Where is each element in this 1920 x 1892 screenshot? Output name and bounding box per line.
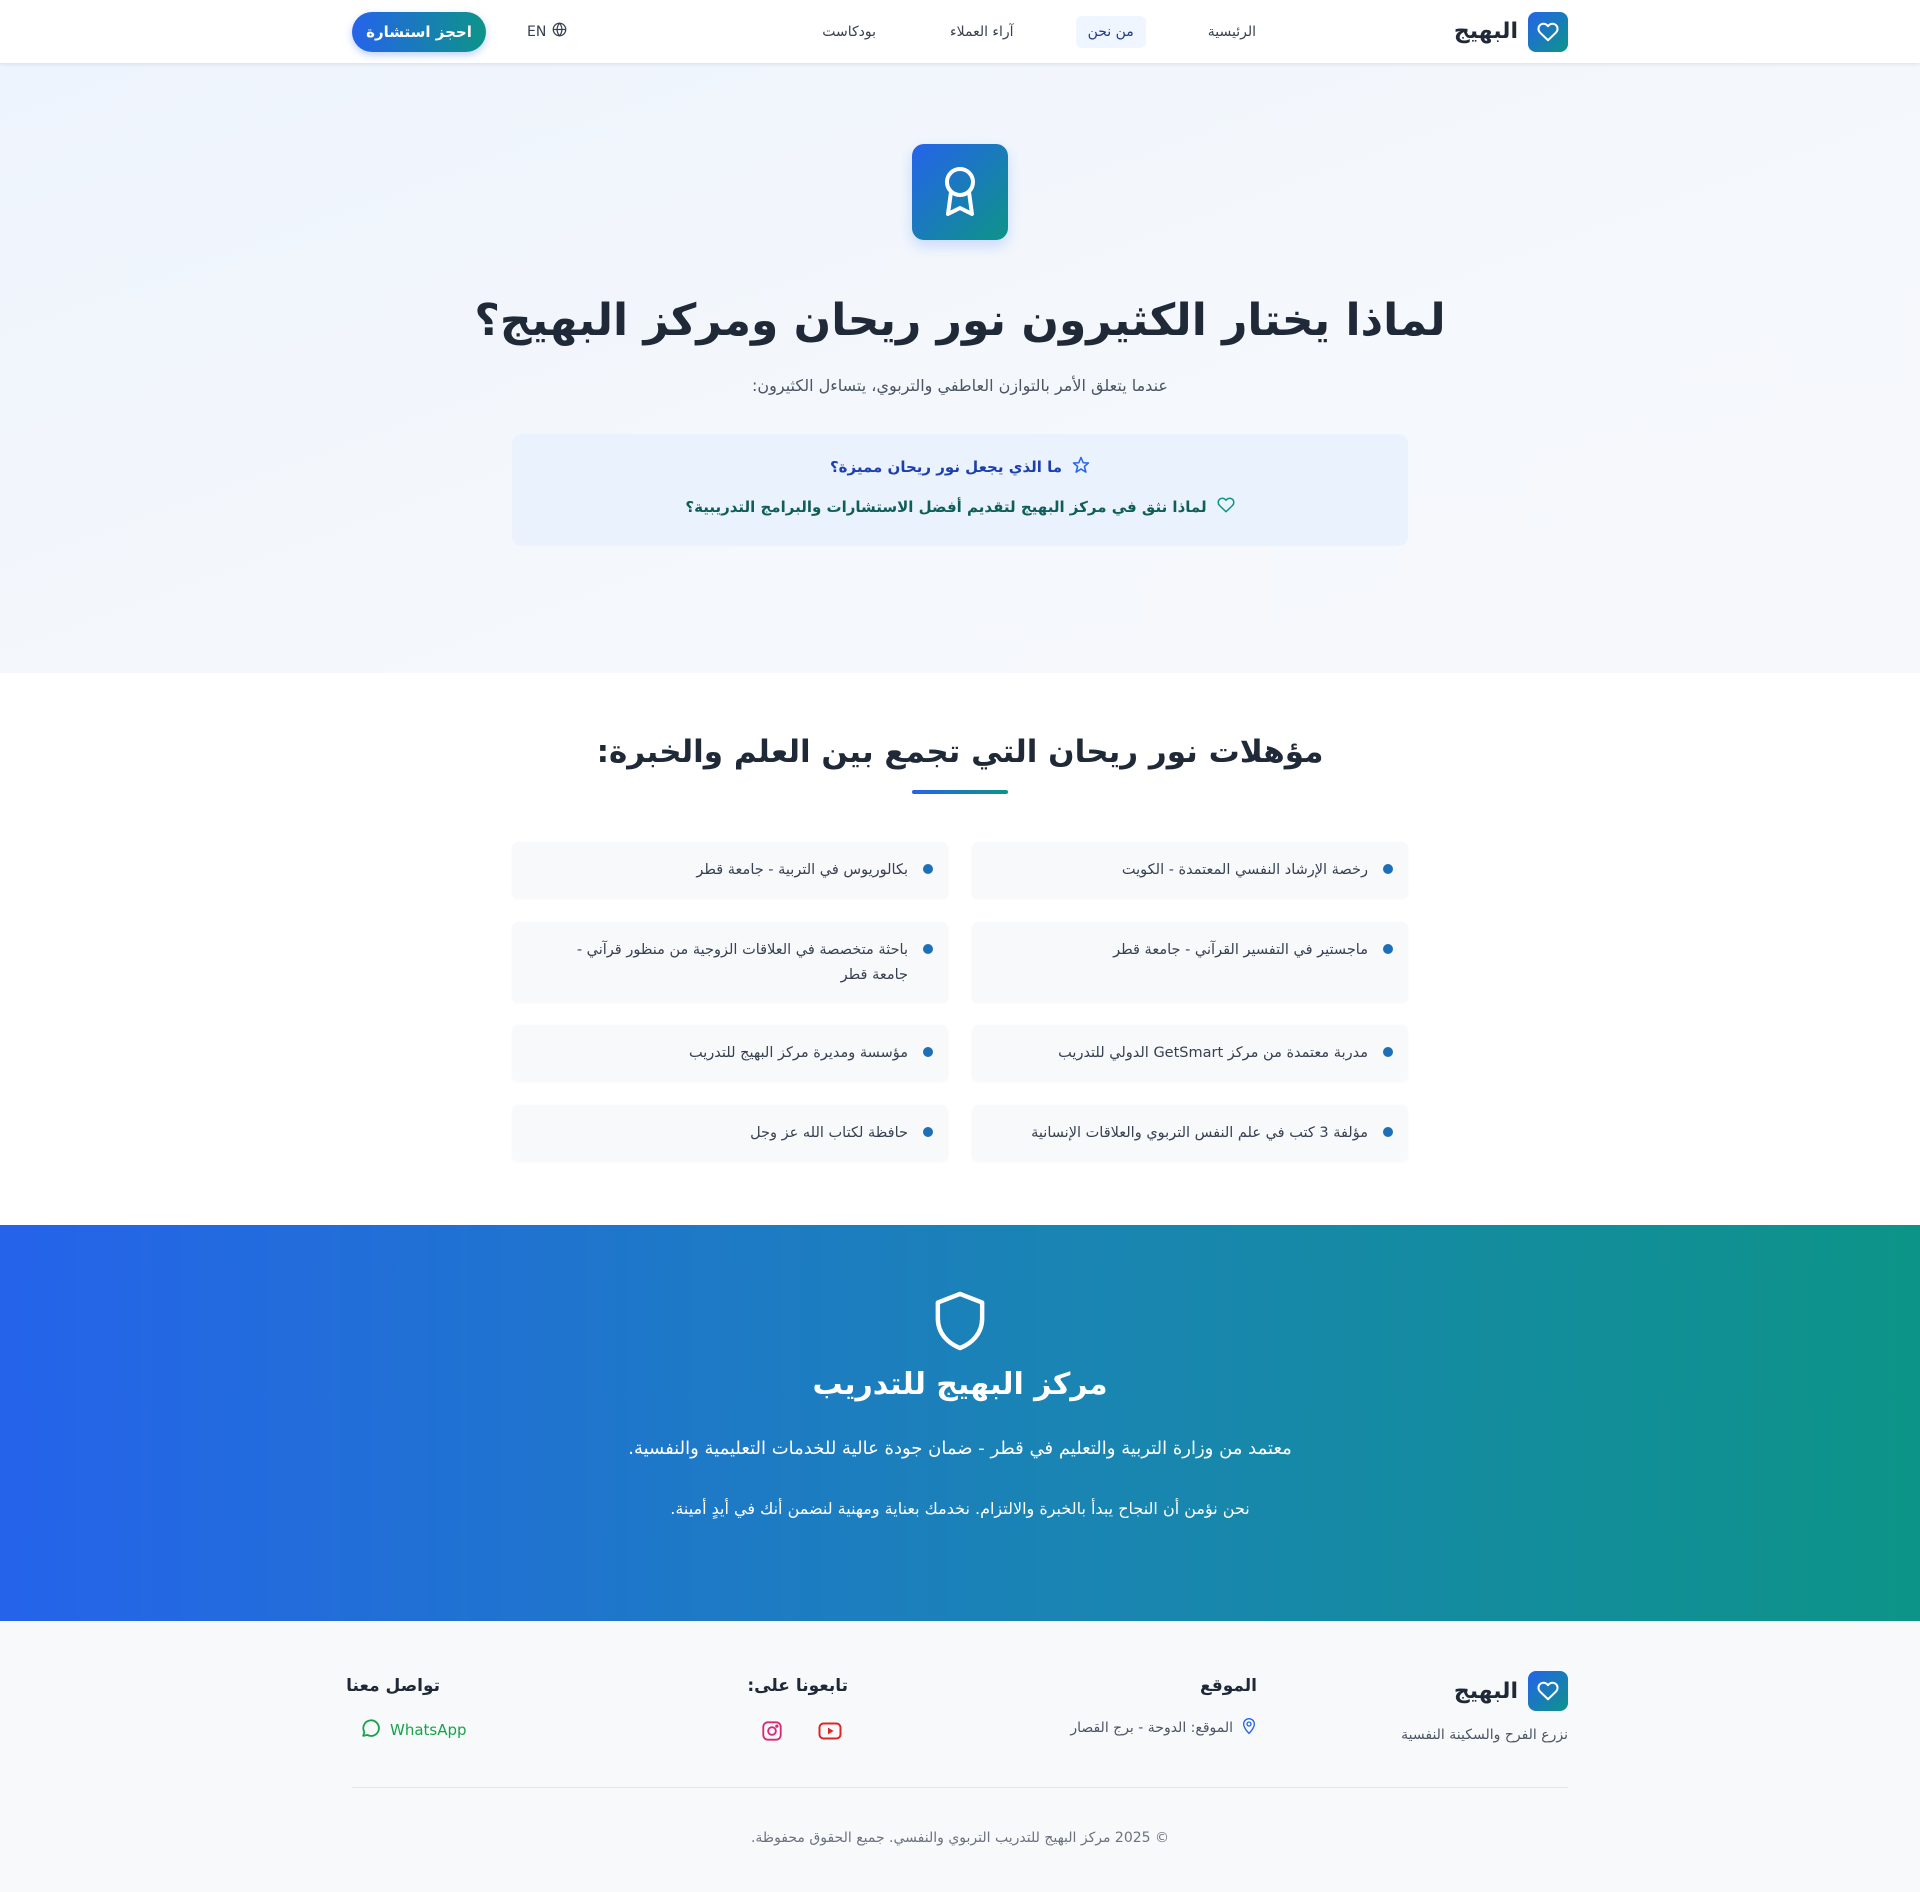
instagram-icon[interactable] — [758, 1717, 786, 1745]
questions-box: ما الذي يجعل نور ريحان مميزة؟ لماذا نثق … — [512, 434, 1408, 546]
language-switch[interactable]: EN — [527, 22, 567, 41]
heart-outline-icon — [1217, 496, 1235, 518]
accreditation-section: مركز البهيج للتدريب معتمد من وزارة الترب… — [0, 1225, 1920, 1621]
bullet-dot — [1383, 944, 1393, 954]
hero-section: لماذا يختار الكثيرون نور ريحان ومركز الب… — [0, 63, 1920, 673]
title-underline — [912, 790, 1008, 794]
question-2-text: لماذا نثق في مركز البهيج لتقديم أفضل الا… — [685, 498, 1207, 516]
nav-about[interactable]: من نحن — [1075, 15, 1146, 48]
qualification-card: باحثة متخصصة في العلاقات الزوجية من منظو… — [512, 922, 948, 1002]
hero-title: لماذا يختار الكثيرون نور ريحان ومركز الب… — [474, 295, 1446, 346]
bullet-dot — [923, 1047, 933, 1057]
qualifications-section: مؤهلات نور ريحان التي تجمع بين العلم وال… — [0, 673, 1920, 1225]
language-label: EN — [527, 23, 547, 40]
contact-title: تواصل معنا — [346, 1676, 440, 1696]
location-title: الموقع — [1199, 1676, 1257, 1696]
qualification-text: بكالوريوس في التربية - جامعة قطر — [696, 862, 908, 878]
map-pin-icon — [1241, 1717, 1257, 1739]
qualification-card: مؤسسة ومديرة مركز البهيج للتدريب — [512, 1025, 948, 1081]
accreditation-subtext: نحن نؤمن أن النجاح يبدأ بالخبرة والالتزا… — [670, 1499, 1250, 1518]
qualification-card: مدربة معتمدة من مركز GetSmart الدولي للت… — [972, 1025, 1408, 1081]
bullet-dot — [923, 1127, 933, 1137]
star-icon — [1072, 456, 1090, 478]
location-info: الموقع: الدوحة - برج القصار — [1070, 1717, 1257, 1739]
qualification-text: باحثة متخصصة في العلاقات الزوجية من منظو… — [576, 942, 908, 983]
qualification-card: ماجستير في التفسير القرآني - جامعة قطر — [972, 922, 1408, 1002]
footer-brand-name: البهيج — [1453, 1678, 1518, 1704]
brand-name: البهيج — [1453, 19, 1518, 44]
nav-testimonials[interactable]: آراء العملاء — [938, 16, 1026, 48]
site-header: البهيج الرئيسية من نحن آراء العملاء بودك… — [0, 0, 1920, 63]
question-2: لماذا نثق في مركز البهيج لتقديم أفضل الا… — [512, 496, 1408, 518]
shield-icon — [930, 1289, 990, 1353]
qualification-text: ماجستير في التفسير القرآني - جامعة قطر — [1113, 942, 1368, 958]
footer-tagline: نزرع الفرح والسكينة النفسية — [1401, 1727, 1568, 1743]
youtube-icon[interactable] — [816, 1717, 844, 1745]
question-1-text: ما الذي يجعل نور ريحان مميزة؟ — [829, 458, 1063, 476]
footer-brand[interactable]: البهيج — [1454, 1671, 1568, 1711]
hero-subtitle: عندما يتعلق الأمر بالتوازن العاطفي والتر… — [752, 376, 1168, 395]
qualifications-title: مؤهلات نور ريحان التي تجمع بين العلم وال… — [596, 734, 1324, 770]
qualification-text: رخصة الإرشاد النفسي المعتمدة - الكويت — [1121, 862, 1368, 878]
whatsapp-link[interactable]: WhatsApp — [360, 1717, 467, 1743]
nav-podcast[interactable]: بودكاست — [810, 16, 888, 48]
qualification-card: رخصة الإرشاد النفسي المعتمدة - الكويت — [972, 842, 1408, 898]
heart-icon — [1528, 11, 1568, 52]
globe-icon — [552, 22, 567, 41]
whatsapp-label: WhatsApp — [390, 1721, 467, 1739]
nav-home[interactable]: الرئيسية — [1196, 16, 1268, 48]
qualification-text: مدربة معتمدة من مركز GetSmart الدولي للت… — [1058, 1045, 1368, 1061]
whatsapp-icon — [360, 1717, 382, 1743]
accreditation-text: معتمد من وزارة التربية والتعليم في قطر -… — [628, 1438, 1292, 1459]
bullet-dot — [1383, 1127, 1393, 1137]
bullet-dot — [1383, 864, 1393, 874]
qualification-text: مؤسسة ومديرة مركز البهيج للتدريب — [689, 1045, 908, 1061]
header-inner: البهيج الرئيسية من نحن آراء العملاء بودك… — [352, 0, 1568, 63]
heart-icon — [1528, 1671, 1568, 1711]
main-nav: الرئيسية من نحن آراء العملاء بودكاست — [810, 15, 1268, 48]
qualification-text: حافظة لكتاب الله عز وجل — [750, 1125, 908, 1141]
qualification-card: مؤلفة 3 كتب في علم النفس التربوي والعلاق… — [972, 1105, 1408, 1161]
location-text: الموقع: الدوحة - برج القصار — [1070, 1720, 1233, 1736]
copyright: © 2025 مركز البهيج للتدريب التربوي والنف… — [750, 1830, 1170, 1846]
follow-title: تابعونا على: — [747, 1676, 848, 1696]
bullet-dot — [923, 944, 933, 954]
brand-logo[interactable]: البهيج — [1453, 11, 1568, 52]
footer-divider — [352, 1787, 1568, 1788]
question-1: ما الذي يجعل نور ريحان مميزة؟ — [512, 456, 1408, 478]
site-footer: البهيج نزرع الفرح والسكينة النفسية الموق… — [0, 1621, 1920, 1892]
bullet-dot — [923, 864, 933, 874]
bullet-dot — [1383, 1047, 1393, 1057]
qualification-card: حافظة لكتاب الله عز وجل — [512, 1105, 948, 1161]
qualification-card: بكالوريوس في التربية - جامعة قطر — [512, 842, 948, 898]
qualification-text: مؤلفة 3 كتب في علم النفس التربوي والعلاق… — [1031, 1125, 1368, 1141]
accreditation-title: مركز البهيج للتدريب — [812, 1367, 1108, 1402]
award-icon — [912, 144, 1008, 240]
book-consultation-button[interactable]: احجز استشارة — [352, 12, 486, 52]
